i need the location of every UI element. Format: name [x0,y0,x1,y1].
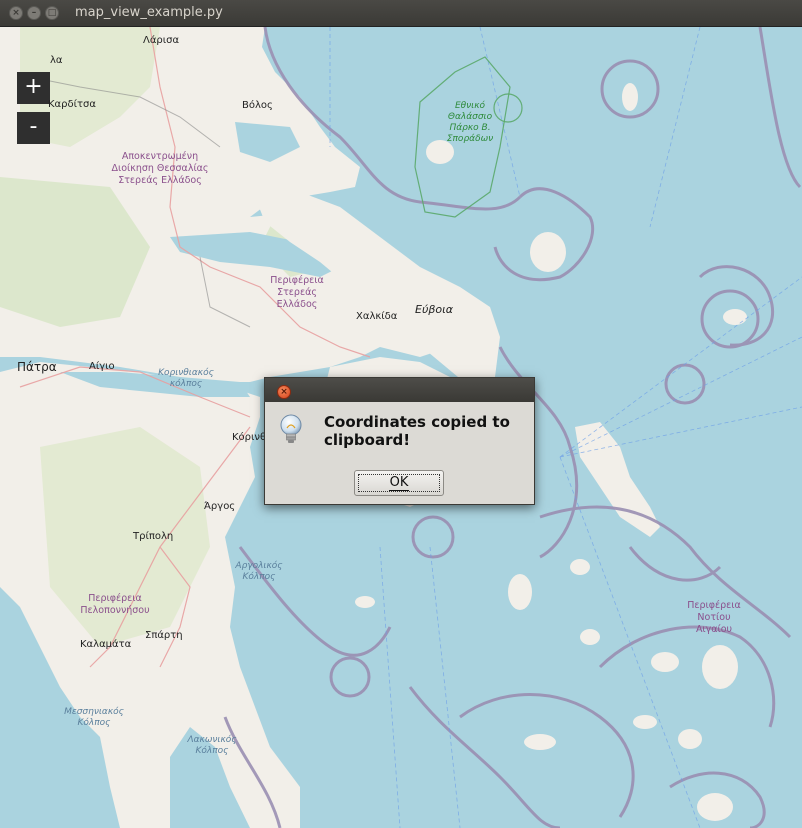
maximize-icon[interactable]: □ [45,6,59,20]
map-label-karditsa: Καρδίτσα [48,99,96,110]
map-label-tripoli: Τρίπολη [133,531,174,542]
map-label-chalkida: Χαλκίδα [356,311,398,322]
window-title: map_view_example.py [75,5,223,20]
zoom-in-button[interactable]: + [17,72,50,104]
map-label-volos: Βόλος [242,100,273,111]
window-titlebar[interactable]: × – □ map_view_example.py [0,0,802,27]
dialog-close-icon[interactable]: × [277,385,291,399]
lightbulb-icon [280,414,302,443]
map-label-sparti: Σπάρτη [145,630,183,641]
map-label-la: λα [50,55,63,66]
map-label-kalamata: Καλαμάτα [80,639,132,650]
map-label-region-sterea: Περιφέρεια Στερεάς Ελλάδος [270,275,324,310]
map-label-lakonikos: Λακωνικός Κόλπος [187,735,237,756]
zoom-out-button[interactable]: - [17,112,50,144]
map-label-argos: Άργος [204,501,236,512]
map-label-argolic-gulf: Αργολικός Κόλπος [235,561,283,582]
close-icon[interactable]: × [9,6,23,20]
map-label-marine-park: Εθνικό Θαλάσσιο Πάρκο Β. Σποράδων [446,101,494,144]
info-dialog: × Coordinates copied to clipboard! OK [264,377,535,505]
dialog-titlebar[interactable] [265,378,534,402]
map-label-region-south-aegean: Περιφέρεια Νοτίου Αιγαίου [687,600,741,635]
dialog-message: Coordinates copied to clipboard! [324,413,510,449]
map-label-region-peloponnese: Περιφέρεια Πελοποννήσου [80,593,150,616]
map-label-region-thessaly: Αποκεντρωμένη Διοίκηση Θεσσαλίας Στερεάς… [111,151,209,186]
map-label-evia: Εύβοια [415,303,454,316]
app-window: × – □ map_view_example.py + - Λάρισα λα … [0,0,802,828]
minimize-icon[interactable]: – [27,6,41,20]
map-label-aigio: Αίγιο [89,361,115,372]
map-label-messiniakos: Μεσσηνιακός Κόλπος [64,707,124,728]
map-label-patra: Πάτρα [17,360,57,374]
map-label-larisa: Λάρισα [143,35,180,46]
ok-button-focus-ring [358,474,440,492]
ok-button[interactable]: OK [354,470,444,496]
map-label-korinthos: Κόρινθ [232,432,267,443]
map-label-corinth-gulf: Κορινθιακός κόλπος [158,368,214,389]
